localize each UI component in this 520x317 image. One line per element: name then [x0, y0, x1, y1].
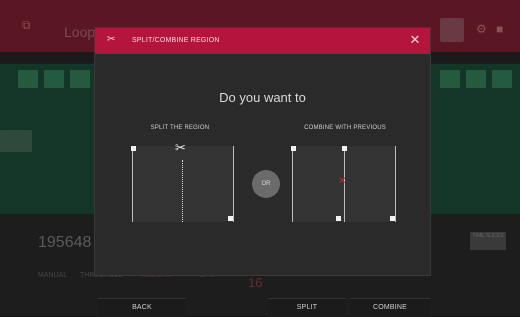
region-start-handle [131, 146, 136, 151]
tab-manual: MANUAL [38, 272, 68, 279]
combine-option-illustration[interactable]: ✕ [291, 146, 396, 222]
region-end-line [233, 146, 234, 222]
dialog-title: SPLIT/COMBINE REGION [132, 37, 220, 44]
sample-position-counter: 195648 [38, 234, 92, 251]
back-button[interactable]: BACK [98, 298, 186, 317]
regions-value: 16 [248, 275, 263, 290]
x-mark-icon: ✕ [338, 176, 347, 187]
split-option-label: SPLIT THE REGION [150, 125, 210, 131]
dialog-question: Do you want to [219, 90, 306, 105]
or-badge: OR [252, 170, 280, 198]
combine-option-label: COMBINE WITH PREVIOUS [304, 125, 386, 131]
region-start-line [132, 146, 133, 222]
split-point-dotted-line [182, 160, 183, 222]
close-icon[interactable]: ✕ [408, 33, 422, 47]
region-boundary-bottom-handle [336, 216, 341, 221]
split-combine-icon: ✂ [107, 34, 116, 45]
region-boundary-top-handle [342, 146, 347, 151]
waveform-icon: ⧉ [22, 18, 31, 32]
split-combine-dialog: ✂ SPLIT/COMBINE REGION ✕ Do you want to … [95, 28, 430, 275]
zoom-tool-icon [440, 18, 464, 42]
scissors-icon: ✂ [175, 140, 186, 155]
previous-region-start-line [292, 146, 293, 222]
region-end-handle [390, 216, 395, 221]
gear-icon: ⚙ [476, 22, 487, 36]
split-button[interactable]: SPLIT [268, 298, 346, 317]
time-slices-button: TIME SLICES [470, 232, 506, 250]
split-option-illustration[interactable]: ✂ [131, 140, 234, 222]
previous-region-start-handle [291, 146, 296, 151]
combine-button[interactable]: COMBINE [350, 298, 430, 317]
region-end-handle [228, 216, 233, 221]
region-end-line [395, 146, 396, 222]
stop-icon: ■ [496, 22, 504, 36]
dialog-header: ✂ SPLIT/COMBINE REGION ✕ [95, 28, 430, 54]
